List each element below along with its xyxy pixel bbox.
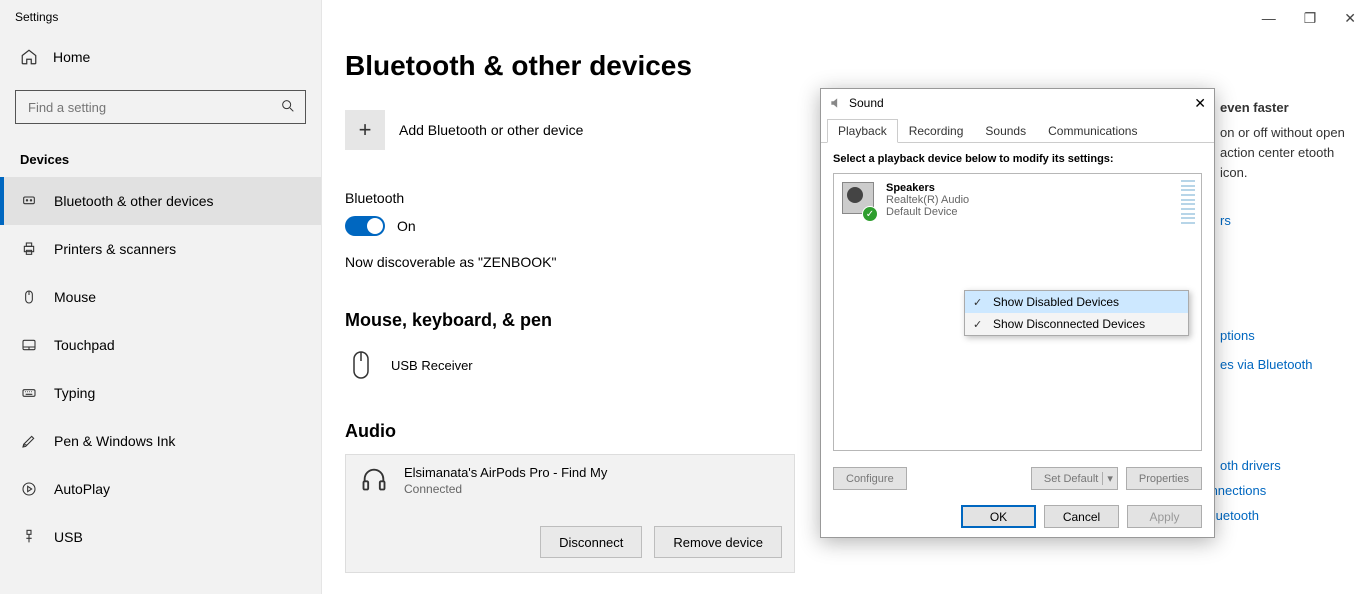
nav-bluetooth[interactable]: Bluetooth & other devices xyxy=(0,177,321,225)
nav-label: USB xyxy=(54,529,83,545)
tab-recording[interactable]: Recording xyxy=(898,119,975,143)
sound-dialog: Sound ✕ Playback Recording Sounds Commun… xyxy=(820,88,1215,538)
search-input[interactable] xyxy=(15,90,306,124)
nav-mouse[interactable]: Mouse xyxy=(0,273,321,321)
context-menu: Show Disabled Devices Show Disconnected … xyxy=(964,290,1189,336)
check-icon: ✓ xyxy=(862,206,878,222)
nav-touchpad[interactable]: Touchpad xyxy=(0,321,321,369)
nav-autoplay[interactable]: AutoPlay xyxy=(0,465,321,513)
audio-device-card[interactable]: Elsimanata's AirPods Pro - Find My Conne… xyxy=(345,454,795,573)
device-name: Speakers xyxy=(886,182,969,194)
dialog-tabs: Playback Recording Sounds Communications xyxy=(821,117,1214,143)
sidebar: Settings Home Devices Bluetooth & other … xyxy=(0,0,322,594)
keyboard-icon xyxy=(20,384,38,402)
nav-usb[interactable]: USB xyxy=(0,513,321,561)
pen-icon xyxy=(20,432,38,450)
tab-playback[interactable]: Playback xyxy=(827,119,898,143)
search-icon[interactable] xyxy=(280,98,296,114)
plus-icon: + xyxy=(345,110,385,150)
bluetooth-icon xyxy=(20,192,38,210)
level-meter-icon xyxy=(1181,180,1195,224)
dialog-title: Sound xyxy=(849,96,884,110)
touchpad-icon xyxy=(20,336,38,354)
mouse-icon xyxy=(20,288,38,306)
tab-sounds[interactable]: Sounds xyxy=(974,119,1037,143)
dialog-hint: Select a playback device below to modify… xyxy=(833,153,1202,165)
dialog-close-icon[interactable]: ✕ xyxy=(1194,95,1206,112)
home-button[interactable]: Home xyxy=(0,32,321,78)
configure-button[interactable]: Configure xyxy=(833,467,907,490)
page-title: Bluetooth & other devices xyxy=(345,50,1065,82)
nav-printers[interactable]: Printers & scanners xyxy=(0,225,321,273)
nav-label: Mouse xyxy=(54,289,96,305)
link-rs[interactable]: rs xyxy=(1220,213,1360,228)
search-wrap xyxy=(15,90,306,124)
nav-label: Printers & scanners xyxy=(54,241,176,257)
add-device-label: Add Bluetooth or other device xyxy=(399,122,583,138)
bluetooth-toggle[interactable] xyxy=(345,216,385,236)
close-icon[interactable]: ✕ xyxy=(1344,10,1356,27)
nav-typing[interactable]: Typing xyxy=(0,369,321,417)
device-driver: Realtek(R) Audio xyxy=(886,194,969,206)
device-status: Default Device xyxy=(886,206,969,218)
audio-device-status: Connected xyxy=(404,482,607,496)
maximize-icon[interactable]: ❐ xyxy=(1304,10,1317,27)
minimize-icon[interactable]: — xyxy=(1262,10,1276,27)
link-options[interactable]: ptions xyxy=(1220,328,1360,343)
headphones-icon xyxy=(358,465,390,493)
speaker-icon xyxy=(829,96,843,110)
usb-receiver-label: USB Receiver xyxy=(391,358,473,373)
toggle-state-label: On xyxy=(397,218,416,234)
printer-icon xyxy=(20,240,38,258)
audio-device-name: Elsimanata's AirPods Pro - Find My xyxy=(404,465,607,480)
ok-button[interactable]: OK xyxy=(961,505,1036,528)
disconnect-button[interactable]: Disconnect xyxy=(540,526,642,558)
link-via[interactable]: es via Bluetooth xyxy=(1220,357,1360,372)
home-icon xyxy=(20,48,38,66)
hint-heading: even faster xyxy=(1220,100,1360,115)
nav-label: AutoPlay xyxy=(54,481,110,497)
category-title: Devices xyxy=(20,152,301,167)
dialog-titlebar[interactable]: Sound ✕ xyxy=(821,89,1214,117)
remove-device-button[interactable]: Remove device xyxy=(654,526,782,558)
hint-paragraph: on or off without open action center eto… xyxy=(1220,123,1360,183)
apply-button[interactable]: Apply xyxy=(1127,505,1202,528)
autoplay-icon xyxy=(20,480,38,498)
ctx-show-disconnected[interactable]: Show Disconnected Devices xyxy=(965,313,1188,335)
nav-label: Typing xyxy=(54,385,95,401)
tab-communications[interactable]: Communications xyxy=(1037,119,1148,143)
ctx-show-disabled[interactable]: Show Disabled Devices xyxy=(965,291,1188,313)
toggle-knob xyxy=(367,218,383,234)
nav-label: Bluetooth & other devices xyxy=(54,193,214,209)
link-drivers[interactable]: oth drivers xyxy=(1220,458,1360,473)
set-default-button[interactable]: Set Default xyxy=(1031,467,1118,490)
mouse-device-icon xyxy=(345,349,377,381)
home-label: Home xyxy=(53,49,90,65)
app-title: Settings xyxy=(0,0,321,32)
nav-pen[interactable]: Pen & Windows Ink xyxy=(0,417,321,465)
nav-label: Touchpad xyxy=(54,337,115,353)
nav-label: Pen & Windows Ink xyxy=(54,433,175,449)
usb-icon xyxy=(20,528,38,546)
playback-device-item[interactable]: ✓ Speakers Realtek(R) Audio Default Devi… xyxy=(834,174,1201,226)
playback-device-list[interactable]: ✓ Speakers Realtek(R) Audio Default Devi… xyxy=(833,173,1202,451)
cancel-button[interactable]: Cancel xyxy=(1044,505,1119,528)
properties-button[interactable]: Properties xyxy=(1126,467,1202,490)
